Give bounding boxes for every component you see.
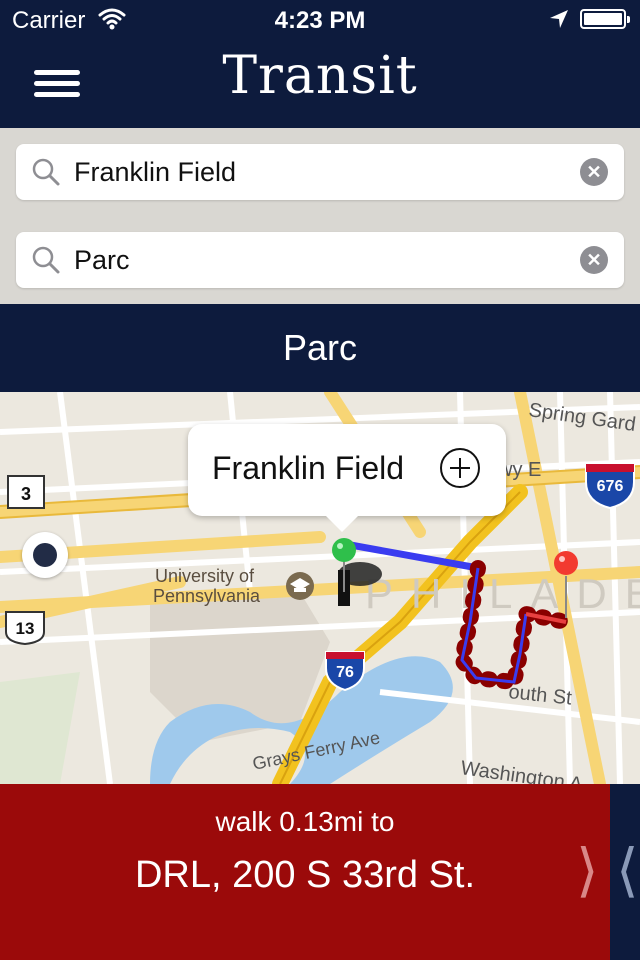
battery-icon (580, 9, 630, 29)
search-icon (32, 246, 60, 274)
pa-3-shield: 3 (7, 475, 45, 509)
us-13-shield: 13 (5, 611, 45, 646)
direction-instruction: walk 0.13mi to (215, 806, 395, 837)
shield-76-label: 76 (336, 664, 354, 681)
map-callout[interactable]: Franklin Field (188, 424, 506, 532)
shield-676-label: 676 (597, 478, 624, 495)
app-title: Transit (222, 46, 418, 106)
clear-destination-icon[interactable]: ✕ (580, 246, 608, 274)
shield-13-label: 13 (16, 619, 35, 638)
nav-bar: Transit (0, 40, 640, 128)
origin-search-field[interactable]: Franklin Field ✕ (16, 144, 624, 200)
locate-me-button[interactable] (22, 532, 68, 578)
university-icon (286, 572, 314, 600)
previous-step-strip[interactable]: ⟨ (610, 784, 640, 960)
direction-panel[interactable]: walk 0.13mi to DRL, 200 S 33rd St. ⟩ (0, 784, 610, 960)
search-area: Franklin Field ✕ Parc ✕ (0, 128, 640, 304)
previous-step-chevron-icon[interactable]: ⟨ (616, 836, 639, 904)
map-label-university: University of (155, 566, 255, 586)
destination-search-text[interactable]: Parc (74, 245, 130, 276)
status-bar: Carrier 4:23 PM (0, 0, 640, 40)
add-plus-icon[interactable] (440, 448, 480, 488)
clear-origin-icon[interactable]: ✕ (580, 158, 608, 186)
destination-banner: Parc (0, 304, 640, 392)
shield-3-label: 3 (21, 484, 31, 504)
location-arrow-icon (550, 10, 568, 28)
destination-search-field[interactable]: Parc ✕ (16, 232, 624, 288)
callout-label: Franklin Field (212, 450, 405, 486)
search-icon (32, 158, 60, 186)
next-step-chevron-icon[interactable]: ⟩ (576, 836, 599, 904)
map-label-philadelphia: PHILADELPHIA (365, 570, 640, 617)
map-label-pennsylvania: Pennsylvania (153, 586, 261, 606)
origin-search-text[interactable]: Franklin Field (74, 157, 236, 188)
clock: 4:23 PM (274, 7, 366, 34)
direction-destination: DRL, 200 S 33rd St. (134, 854, 476, 896)
